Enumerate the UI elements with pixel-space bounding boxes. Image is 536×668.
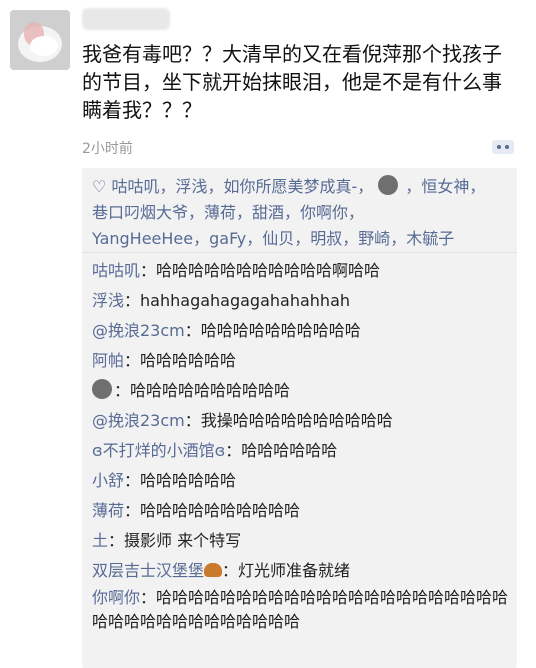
post-time: 2小时前 (82, 141, 133, 157)
cutoff-overlay (82, 640, 517, 659)
comments-list: 咕咕叽：哈哈哈哈哈哈哈哈哈哈哈啊哈哈 浮浅：hahhagahagagahahah… (92, 256, 512, 634)
comment-item[interactable]: 小舒：哈哈哈哈哈哈 (92, 466, 512, 496)
comment-author[interactable]: 咕咕叽 (92, 261, 140, 280)
comment-author[interactable]: 阿帕 (92, 351, 124, 370)
heart-icon: ♡ (92, 177, 107, 196)
emoji-face-icon (378, 175, 399, 195)
comment-author[interactable]: 薄荷 (92, 501, 124, 520)
comment-text: 灯光师准备就绪 (238, 561, 351, 580)
likes-names-line1b[interactable]: ，恒女神， (405, 177, 485, 196)
comment-text: 哈哈哈哈哈哈 (241, 441, 338, 460)
likes-names-line3[interactable]: YangHeeHee，gaFy，仙贝，明叔，野崎，木毓子 (92, 229, 454, 248)
comment-text: 哈哈哈哈哈哈哈哈哈哈 (130, 381, 291, 400)
emoji-face-icon[interactable] (92, 379, 112, 399)
comment-author[interactable]: 双层吉士汉堡堡 (92, 561, 204, 580)
comment-item[interactable]: @挽浪23cm：哈哈哈哈哈哈哈哈哈哈 (92, 316, 512, 346)
comment-text: 哈哈哈哈哈哈哈哈哈哈哈哈哈哈哈哈哈哈哈哈哈哈哈哈哈哈哈哈哈哈哈哈哈哈哈 (92, 588, 509, 631)
comment-text: 哈哈哈哈哈哈哈哈哈哈哈啊哈哈 (156, 261, 381, 280)
comment-author[interactable]: 土 (92, 531, 108, 550)
post-text: 我爸有毒吧？？大清早的又在看倪萍那个找孩子的节目，坐下就开始抹眼泪，他是不是有什… (82, 42, 502, 122)
comment-item[interactable]: 双层吉士汉堡堡 ：灯光师准备就绪 (92, 556, 512, 586)
likes-list: ♡ 咕咕叽，浮浅，如你所愿美梦成真-， ，恒女神， 巷口叼烟大爷，薄荷，甜酒，你… (92, 174, 512, 252)
comment-item[interactable]: ：哈哈哈哈哈哈哈哈哈哈 (92, 376, 512, 406)
comment-item[interactable]: 薄荷：哈哈哈哈哈哈哈哈哈哈 (92, 496, 512, 526)
comment-text: 摄影师 来个特写 (124, 531, 242, 550)
comment-item[interactable]: 土：摄影师 来个特写 (92, 526, 512, 556)
comment-text: hahhagahagagahahahhah (140, 291, 351, 310)
likes-names-line2[interactable]: 巷口叼烟大爷，薄荷，甜酒，你啊你， (92, 203, 364, 222)
author-name-blurred[interactable] (82, 8, 170, 30)
comment-author[interactable]: @挽浪23cm (92, 411, 185, 430)
comment-text: 哈哈哈哈哈哈哈哈哈哈 (200, 321, 361, 340)
comment-author[interactable]: ɞ不打烊的小酒馆ɞ (92, 441, 225, 460)
comment-author[interactable]: 你啊你 (92, 588, 140, 607)
comment-text: 我操哈哈哈哈哈哈哈哈哈哈 (200, 411, 393, 430)
avatar[interactable] (10, 10, 70, 70)
comment-text: 哈哈哈哈哈哈哈哈哈哈 (140, 501, 301, 520)
comment-item[interactable]: 咕咕叽：哈哈哈哈哈哈哈哈哈哈哈啊哈哈 (92, 256, 512, 286)
comment-item[interactable]: 浮浅：hahhagahagagahahahhah (92, 286, 512, 316)
likes-comments-divider (82, 252, 517, 253)
comment-author[interactable]: 小舒 (92, 471, 124, 490)
burger-emoji-icon (204, 563, 223, 577)
comment-item[interactable]: ɞ不打烊的小酒馆ɞ：哈哈哈哈哈哈 (92, 436, 512, 466)
comment-text: 哈哈哈哈哈哈 (140, 471, 237, 490)
comment-author[interactable]: @挽浪23cm (92, 321, 185, 340)
comment-text: 哈哈哈哈哈哈 (140, 351, 237, 370)
likes-names-line1[interactable]: 咕咕叽，浮浅，如你所愿美梦成真-， (111, 177, 373, 196)
comment-item[interactable]: @挽浪23cm：我操哈哈哈哈哈哈哈哈哈哈 (92, 406, 512, 436)
comment-item[interactable]: 你啊你：哈哈哈哈哈哈哈哈哈哈哈哈哈哈哈哈哈哈哈哈哈哈哈哈哈哈哈哈哈哈哈哈哈哈哈 (92, 586, 512, 634)
comment-author[interactable]: 浮浅 (92, 291, 124, 310)
comment-item[interactable]: 阿帕：哈哈哈哈哈哈 (92, 346, 512, 376)
comment-action-button[interactable] (492, 140, 514, 154)
